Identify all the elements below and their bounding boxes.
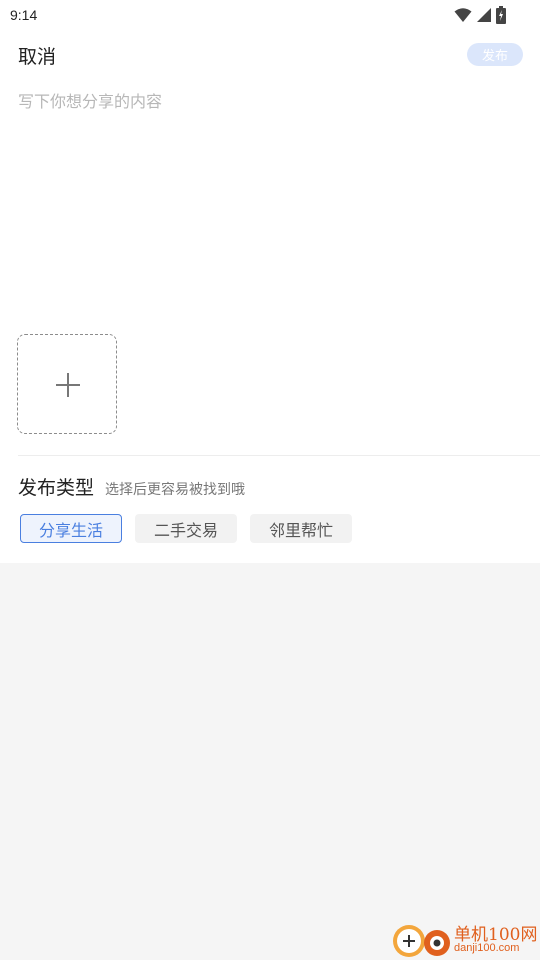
publish-type-options: 分享生活 二手交易 邻里帮忙	[20, 514, 352, 543]
publish-type-hint: 选择后更容易被找到哦	[105, 482, 245, 498]
battery-icon	[496, 6, 506, 24]
type-option-second-hand[interactable]: 二手交易	[135, 514, 237, 543]
type-option-neighbor-help[interactable]: 邻里帮忙	[250, 514, 352, 543]
status-bar: 9:14	[0, 0, 540, 32]
add-image-button[interactable]	[17, 334, 117, 434]
status-time: 9:14	[10, 7, 38, 23]
type-option-share-life[interactable]: 分享生活	[20, 514, 122, 543]
content-input[interactable]	[18, 88, 518, 308]
cancel-button[interactable]: 取消	[18, 42, 56, 69]
watermark-domain: danji100.com	[454, 942, 520, 954]
publish-button[interactable]: 发布	[467, 43, 523, 66]
watermark-logo-icon	[393, 925, 450, 957]
header-bar: 取消 发布	[0, 32, 540, 78]
watermark: 单机100网 danji100.com	[390, 918, 540, 960]
compose-panel: 9:14 取消 发布 发布类型 选	[0, 0, 540, 563]
divider	[18, 455, 540, 456]
status-icons	[454, 5, 506, 25]
plus-icon	[56, 373, 80, 397]
publish-type-title: 发布类型	[18, 477, 95, 499]
wifi-icon	[454, 7, 472, 23]
signal-icon	[476, 7, 492, 23]
